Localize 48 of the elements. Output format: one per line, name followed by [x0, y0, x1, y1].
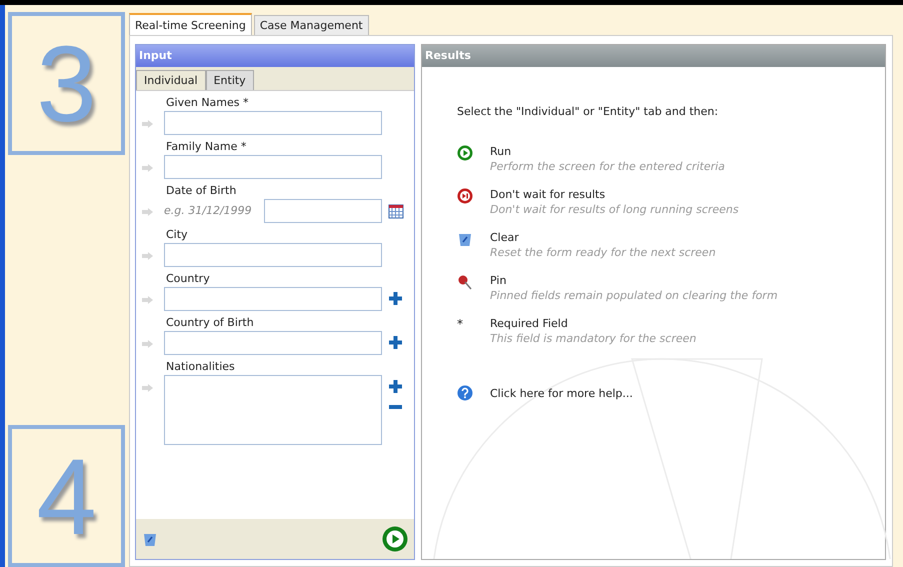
instruction-text: Select the "Individual" or "Entity" tab and then:: [457, 105, 720, 118]
step-number: 4: [8, 425, 125, 567]
tab[interactable]: Real-time Screening: [129, 13, 252, 35]
bin-icon[interactable]: [142, 531, 158, 547]
field-label: Nationalities: [166, 359, 236, 375]
item-title: Don't wait for results: [490, 187, 606, 202]
tab[interactable]: Entity: [206, 70, 254, 90]
item-title: Pin: [490, 273, 508, 288]
plus-icon[interactable]: [389, 292, 402, 305]
item-title: Required Field: [490, 316, 569, 331]
asterisk-symbol: *: [457, 317, 463, 331]
step-number: 3: [8, 12, 125, 155]
bin-icon[interactable]: [457, 231, 473, 247]
stop-icon[interactable]: [457, 188, 473, 204]
item-description: Perform the screen for the entered criteria: [490, 159, 725, 175]
text-field[interactable]: [164, 155, 382, 179]
item-description: This field is mandatory for the screen: [490, 331, 696, 347]
panel-header: Input: [136, 45, 414, 67]
play-icon[interactable]: [457, 145, 473, 161]
field-label: Date of Birth: [166, 183, 238, 199]
date-hint: e.g. 31/12/1999: [164, 204, 253, 217]
field-label: Country: [166, 271, 211, 287]
text-field[interactable]: [164, 287, 382, 311]
field-label: City: [166, 227, 189, 243]
calendar-icon[interactable]: [388, 203, 404, 219]
help-icon[interactable]: [457, 385, 473, 401]
tab[interactable]: Individual: [136, 70, 206, 90]
date-field[interactable]: [264, 199, 382, 223]
text-field[interactable]: [164, 331, 382, 355]
field-label: Country of Birth: [166, 315, 255, 331]
field-label: Given Names *: [166, 95, 250, 111]
item-title: Clear: [490, 230, 520, 245]
minus-icon[interactable]: [389, 405, 402, 409]
help-link[interactable]: Click here for more help...: [490, 386, 633, 400]
plus-icon[interactable]: [389, 380, 402, 393]
pushpin-icon[interactable]: [457, 274, 473, 290]
item-title: Run: [490, 144, 512, 159]
plus-icon[interactable]: [389, 336, 402, 349]
item-description: Reset the form ready for the next screen: [490, 245, 716, 261]
item-description: Don't wait for results of long running screens: [490, 202, 739, 218]
play-icon[interactable]: [382, 526, 408, 552]
text-field[interactable]: [164, 111, 382, 135]
item-description: Pinned fields remain populated on clearing the form: [490, 288, 778, 304]
tab[interactable]: Case Management: [254, 15, 369, 35]
field-label: Family Name *: [166, 139, 248, 155]
list-field[interactable]: [164, 375, 382, 445]
text-field[interactable]: [164, 243, 382, 267]
panel-header: Results: [422, 45, 885, 67]
